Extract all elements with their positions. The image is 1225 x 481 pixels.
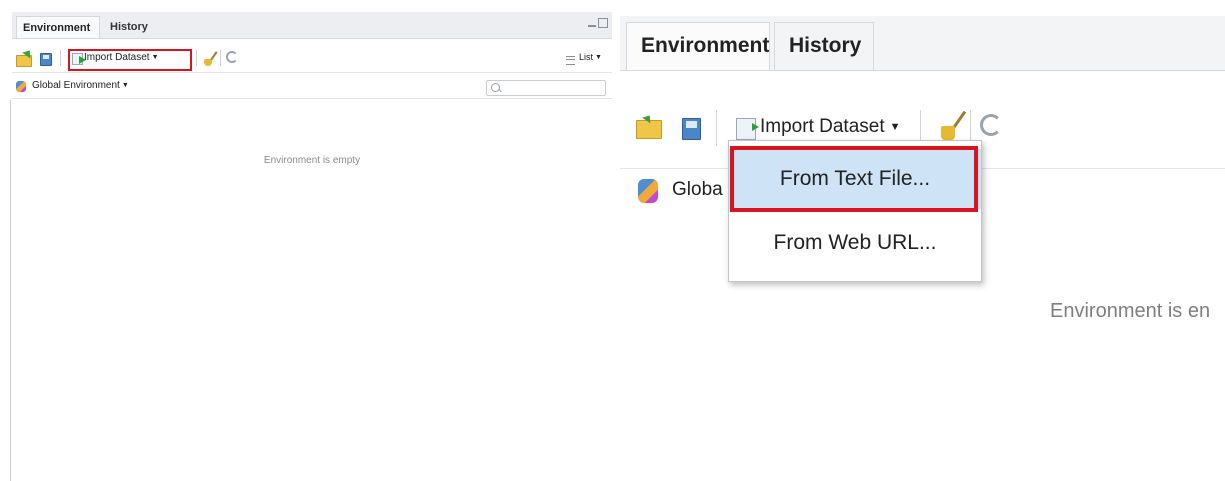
search-icon: [491, 83, 500, 92]
open-folder-icon[interactable]: [636, 120, 662, 139]
global-environment-icon: [16, 81, 26, 92]
chevron-down-icon: ▼: [889, 120, 901, 133]
tab-environment[interactable]: Environment: [16, 16, 100, 38]
tab-environment[interactable]: Environment: [626, 22, 770, 70]
environment-pane-small: Environment History Import Dataset ▼ List…: [0, 0, 614, 481]
menu-item-from-web-url[interactable]: From Web URL...: [729, 213, 981, 273]
maximize-icon[interactable]: [598, 18, 608, 28]
chevron-down-icon: ▼: [121, 81, 129, 89]
view-mode-label: List: [579, 52, 594, 62]
refresh-icon[interactable]: [226, 51, 238, 63]
environment-selector-label: Global Environment: [32, 80, 120, 91]
highlight-box: [730, 146, 978, 212]
empty-message: Environment is en: [1050, 300, 1211, 322]
broom-icon[interactable]: [202, 50, 218, 66]
environment-selector[interactable]: Global Environment ▼: [32, 80, 129, 91]
refresh-icon[interactable]: [980, 114, 1002, 136]
chevron-down-icon: ▼: [595, 54, 602, 62]
pane-tab-bar: Environment History: [12, 12, 612, 39]
toolbar-separator: [220, 50, 221, 66]
environment-pane-zoomed: Environment History Import Dataset ▼ Glob…: [620, 0, 1225, 481]
list-view-icon: [566, 56, 575, 65]
save-icon[interactable]: [682, 118, 701, 140]
tab-history[interactable]: History: [774, 22, 874, 70]
view-mode-button[interactable]: List ▼: [579, 52, 602, 62]
empty-message: Environment is empty: [263, 155, 361, 166]
pane-border: [10, 100, 11, 481]
import-dataset-button[interactable]: Import Dataset ▼: [760, 116, 901, 138]
environment-selector[interactable]: Globa: [672, 179, 723, 201]
global-environment-icon: [638, 179, 658, 203]
minimize-icon[interactable]: [588, 25, 596, 27]
toolbar-separator: [196, 50, 197, 66]
toolbar-separator: [716, 110, 717, 146]
broom-icon[interactable]: [938, 108, 967, 142]
pane-tab-bar: Environment History: [620, 16, 1225, 71]
save-icon[interactable]: [40, 53, 52, 66]
highlight-box: [68, 49, 192, 71]
window-controls: [588, 18, 608, 30]
tab-history[interactable]: History: [104, 16, 164, 38]
open-folder-icon[interactable]: [16, 55, 32, 67]
import-dataset-label: Import Dataset: [760, 116, 885, 137]
import-icon: [736, 118, 759, 140]
toolbar-separator: [60, 50, 61, 66]
search-input[interactable]: [486, 80, 606, 96]
